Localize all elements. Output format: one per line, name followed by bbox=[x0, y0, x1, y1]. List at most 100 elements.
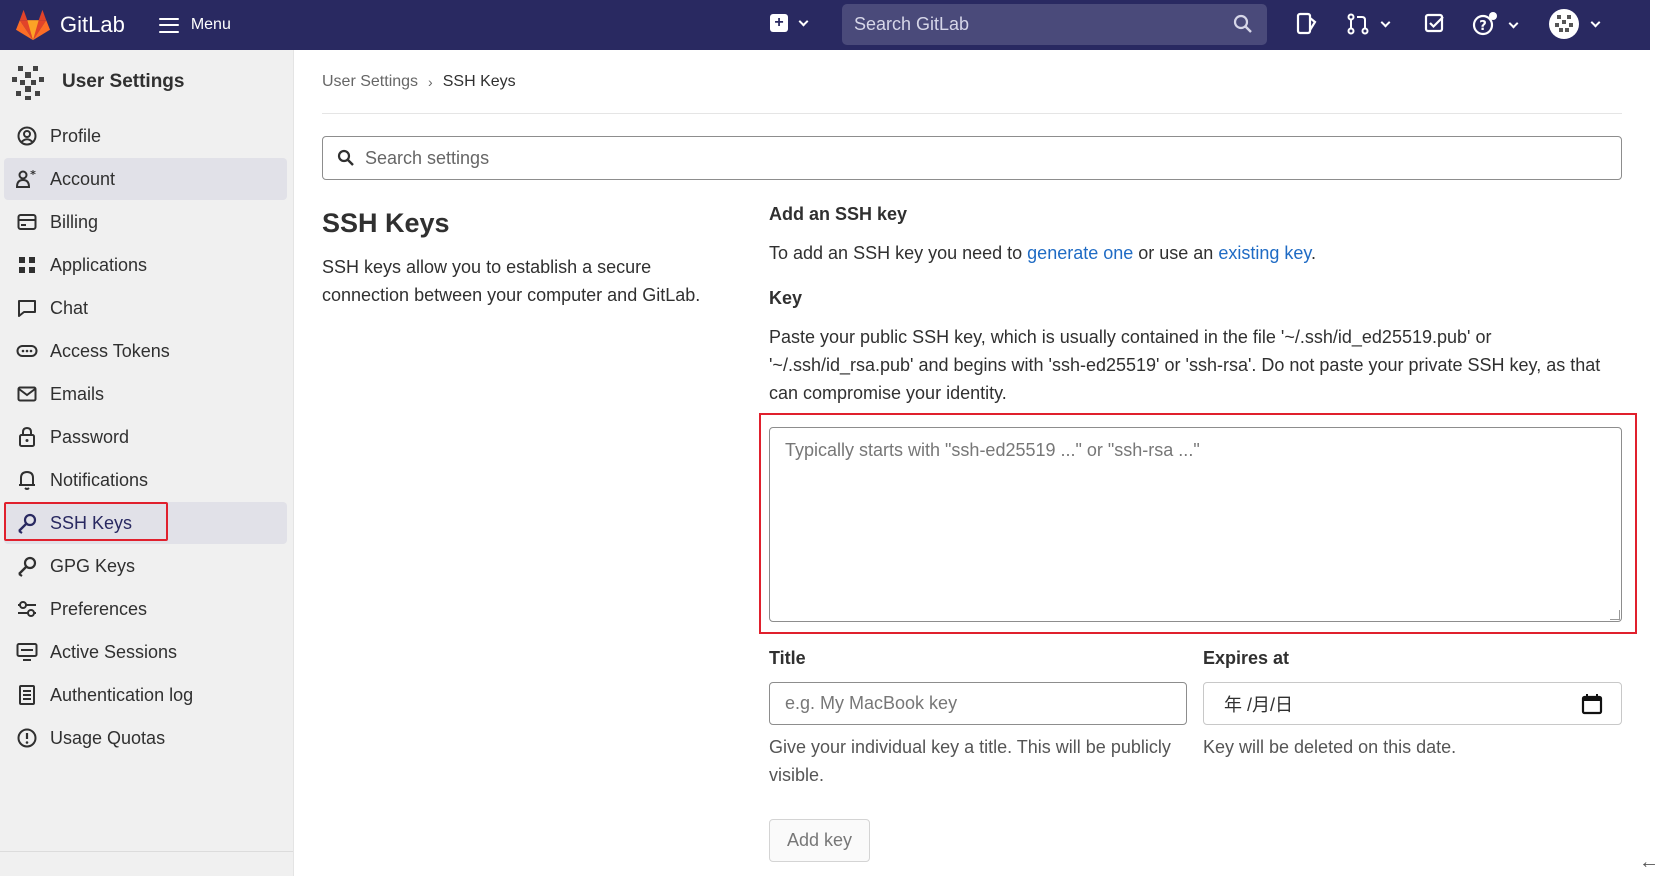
ssh-keys-section: SSH Keys SSH keys allow you to establish… bbox=[322, 200, 1637, 862]
todo-icon bbox=[1424, 13, 1444, 33]
sidebar-item-authentication-log[interactable]: Authentication log bbox=[4, 674, 287, 716]
avatar-icon bbox=[1549, 9, 1579, 39]
add-key-button[interactable]: Add key bbox=[769, 819, 870, 862]
menu-button[interactable]: Menu bbox=[158, 16, 231, 34]
sidebar-title: User Settings bbox=[62, 71, 185, 92]
sidebar-item-label: SSH Keys bbox=[50, 512, 133, 533]
sidebar-divider bbox=[0, 851, 293, 852]
sidebar-item-label: Active Sessions bbox=[50, 641, 178, 662]
new-dropdown-button[interactable]: + bbox=[770, 14, 809, 32]
plus-icon: + bbox=[770, 14, 788, 32]
sidebar-item-label: Usage Quotas bbox=[50, 727, 166, 748]
breadcrumb-current[interactable]: SSH Keys bbox=[443, 73, 516, 91]
sidebar-item-emails[interactable]: Emails bbox=[4, 373, 287, 415]
arrow-left-icon[interactable]: ← bbox=[1639, 851, 1659, 874]
merge-requests-button[interactable] bbox=[1346, 12, 1391, 36]
hamburger-icon bbox=[158, 17, 179, 33]
calendar-icon[interactable] bbox=[1581, 693, 1603, 715]
expires-date-field[interactable]: 年 /月/日 bbox=[1203, 682, 1622, 725]
section-description: SSH keys allow you to establish a secure… bbox=[322, 257, 701, 305]
add-key-heading: Add an SSH key bbox=[769, 204, 908, 224]
global-search[interactable] bbox=[842, 4, 1267, 45]
expires-help-text: Key will be deleted on this date. bbox=[1203, 737, 1457, 757]
sidebar-nav: Profile * Account Billing Applications C… bbox=[0, 115, 293, 759]
title-input[interactable] bbox=[785, 693, 1165, 714]
add-ssh-key-form: Add an SSH key To add an SSH key you nee… bbox=[759, 200, 1637, 862]
sidebar-item-active-sessions[interactable]: Active Sessions bbox=[4, 631, 287, 673]
key-textarea[interactable] bbox=[769, 427, 1622, 622]
mail-icon bbox=[16, 383, 38, 405]
sidebar-item-profile[interactable]: Profile bbox=[4, 115, 287, 157]
sidebar-item-label: Applications bbox=[50, 254, 148, 275]
main-content: User Settings › SSH Keys SSH Keys SSH ke… bbox=[322, 50, 1637, 862]
sidebar-item-usage-quotas[interactable]: Usage Quotas bbox=[4, 717, 287, 759]
todos-button[interactable] bbox=[1424, 12, 1446, 34]
user-settings-avatar-icon bbox=[12, 66, 44, 100]
search-icon bbox=[337, 149, 354, 166]
sidebar-item-access-tokens[interactable]: Access Tokens bbox=[4, 330, 287, 372]
section-info: SSH Keys SSH keys allow you to establish… bbox=[322, 200, 769, 862]
billing-icon bbox=[16, 211, 38, 233]
applications-icon bbox=[16, 254, 38, 276]
expires-field-group: Expires at 年 /月/日 Key will be deleted on… bbox=[1203, 648, 1622, 789]
help-icon: ? bbox=[1472, 12, 1497, 36]
key-help-text: Paste your public SSH key, which is usua… bbox=[769, 327, 1601, 403]
sidebar-item-account[interactable]: * Account bbox=[4, 158, 287, 200]
chevron-down-icon bbox=[1380, 17, 1391, 27]
preferences-icon bbox=[16, 598, 38, 620]
resize-handle-icon[interactable] bbox=[1610, 610, 1620, 620]
breadcrumb: User Settings › SSH Keys bbox=[322, 50, 1622, 114]
title-expiry-row: Title Give your individual key a title. … bbox=[769, 648, 1622, 789]
title-label: Title bbox=[769, 648, 806, 668]
chevron-down-icon bbox=[798, 16, 809, 26]
token-icon bbox=[16, 340, 38, 362]
sidebar-item-gpg-keys[interactable]: GPG Keys bbox=[4, 545, 287, 587]
key-icon bbox=[16, 555, 38, 577]
key-field-wrapper bbox=[759, 413, 1637, 634]
merge-request-icon bbox=[1347, 13, 1369, 35]
sidebar-item-label: Notifications bbox=[50, 469, 149, 490]
sidebar-item-chat[interactable]: Chat bbox=[4, 287, 287, 329]
brand-name: GitLab bbox=[60, 12, 125, 37]
existing-key-link[interactable]: existing key bbox=[1218, 243, 1311, 263]
sidebar-item-label: GPG Keys bbox=[50, 555, 136, 576]
user-avatar-button[interactable] bbox=[1548, 8, 1601, 40]
sidebar-item-label: Chat bbox=[50, 297, 89, 318]
quota-icon bbox=[16, 727, 38, 749]
search-icon bbox=[1233, 14, 1252, 33]
gitlab-logo-icon bbox=[16, 9, 50, 41]
sidebar-item-label: Preferences bbox=[50, 598, 148, 619]
sidebar-item-notifications[interactable]: Notifications bbox=[4, 459, 287, 501]
sidebar-item-label: Profile bbox=[50, 125, 102, 146]
sidebar-item-applications[interactable]: Applications bbox=[4, 244, 287, 286]
title-field-group: Title Give your individual key a title. … bbox=[769, 648, 1187, 789]
settings-search[interactable] bbox=[322, 136, 1622, 180]
sidebar-item-label: Authentication log bbox=[50, 684, 194, 705]
brand[interactable]: GitLab bbox=[16, 8, 125, 42]
issues-button[interactable] bbox=[1296, 12, 1318, 36]
sidebar-item-password[interactable]: Password bbox=[4, 416, 287, 458]
title-field[interactable] bbox=[769, 682, 1187, 725]
top-navbar: GitLab Menu + ? bbox=[0, 0, 1650, 50]
settings-search-input[interactable] bbox=[365, 147, 1565, 169]
breadcrumb-parent-link[interactable]: User Settings bbox=[322, 73, 418, 91]
key-label: Key bbox=[769, 288, 803, 308]
sidebar-header[interactable]: User Settings bbox=[0, 50, 293, 114]
chevron-down-icon bbox=[1590, 17, 1601, 27]
generate-one-link[interactable]: generate one bbox=[1027, 243, 1133, 263]
title-help-text: Give your individual key a title. This w… bbox=[769, 737, 1171, 785]
intro-text: To add an SSH key you need to bbox=[769, 243, 1028, 263]
sidebar-item-label: Billing bbox=[50, 211, 99, 232]
intro-text: or use an bbox=[1133, 243, 1219, 263]
svg-text:*: * bbox=[30, 169, 36, 181]
sidebar-item-billing[interactable]: Billing bbox=[4, 201, 287, 243]
help-button[interactable]: ? bbox=[1472, 12, 1519, 38]
sidebar-item-ssh-keys[interactable]: SSH Keys bbox=[4, 502, 287, 544]
add-key-intro: To add an SSH key you need to generate o… bbox=[769, 243, 1622, 264]
global-search-input[interactable] bbox=[854, 14, 1214, 35]
account-icon: * bbox=[16, 168, 38, 190]
sidebar-item-label: Emails bbox=[50, 383, 105, 404]
intro-text: . bbox=[1311, 243, 1317, 263]
sidebar-item-preferences[interactable]: Preferences bbox=[4, 588, 287, 630]
section-title: SSH Keys bbox=[322, 208, 450, 238]
